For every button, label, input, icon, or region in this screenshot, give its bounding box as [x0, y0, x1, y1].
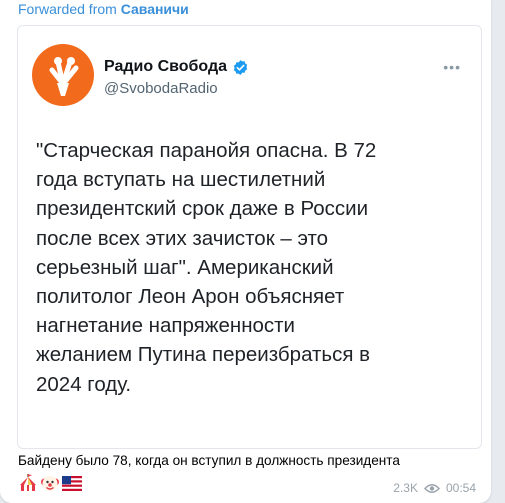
forwarded-prefix: Forwarded from — [18, 1, 117, 17]
tweet-line: президентский срок даже в России — [36, 197, 369, 221]
tweet-line: серьезный шаг". Американский — [36, 255, 334, 279]
account-handle[interactable]: @SvobodaRadio — [104, 80, 218, 97]
tweet-line: желанием Путина переизбраться в — [36, 343, 371, 367]
views-count: 2.3K — [393, 481, 418, 495]
circus-tent-emoji — [18, 473, 38, 498]
forwarded-source-link[interactable]: Саваничи — [121, 1, 189, 17]
us-flag-emoji — [62, 475, 82, 496]
tweet-card[interactable]: Радио Свобода @SvobodaRadio ••• "Старчес… — [17, 25, 482, 449]
message-caption: Байдену было 78, когда он вступил в долж… — [18, 453, 400, 468]
verified-badge-icon — [232, 59, 249, 76]
tweet-line: нагнетание напряженности — [36, 314, 296, 338]
radio-svoboda-logo — [32, 44, 94, 106]
forwarded-header[interactable]: Forwarded from Саваничи — [18, 1, 189, 17]
clown-face-emoji — [40, 473, 60, 498]
message-time: 00:54 — [445, 481, 476, 495]
tweet-line: политолог Леон Арон объясняет — [36, 285, 345, 309]
tweet-line: года вступать на шестилетний — [36, 168, 326, 192]
account-name[interactable]: Радио Свобода — [104, 58, 249, 76]
tweet-line: после всех этих зачисток – это — [36, 226, 329, 250]
tweet-line: 2024 году. — [36, 372, 132, 396]
emoji-row — [18, 473, 82, 498]
message-bubble: Forwarded from Саваничи Радио Свобода @S… — [0, 0, 491, 503]
message-meta: 2.3K 00:54 — [393, 481, 476, 495]
tweet-text: "Старческая паранойя опасна. В 72 года в… — [36, 136, 476, 399]
eye-icon — [423, 483, 440, 494]
tweet-line: "Старческая паранойя опасна. В 72 — [36, 139, 377, 162]
more-horizontal-icon[interactable]: ••• — [443, 59, 461, 75]
account-name-label: Радио Свобода — [104, 58, 228, 75]
